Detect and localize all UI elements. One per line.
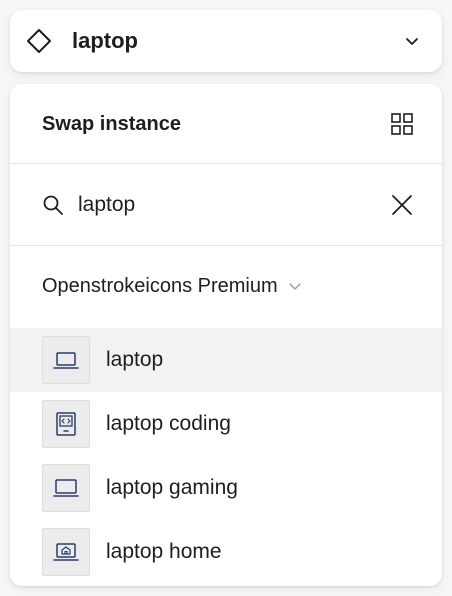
library-name: Openstrokeicons Premium <box>42 274 278 297</box>
laptop-home-icon <box>53 543 79 561</box>
result-item-laptop-gaming[interactable]: laptop gaming <box>10 456 442 520</box>
result-thumbnail <box>42 464 90 512</box>
result-item-laptop-home[interactable]: laptop home <box>10 520 442 584</box>
result-thumbnail <box>42 336 90 384</box>
result-label: laptop home <box>106 540 222 563</box>
result-label: laptop coding <box>106 412 231 435</box>
results-list: laptop laptop coding laptop gaming lapto… <box>10 328 442 584</box>
laptop-coding-icon <box>56 412 76 436</box>
panel-title: Swap instance <box>42 113 181 135</box>
laptop-gaming-icon <box>53 479 79 497</box>
component-instance-icon <box>27 29 51 53</box>
close-icon[interactable] <box>390 193 414 217</box>
search-icon <box>43 195 63 215</box>
result-item-laptop-coding[interactable]: laptop coding <box>10 392 442 456</box>
instance-selector[interactable]: laptop <box>10 10 442 72</box>
search-input[interactable] <box>78 190 338 220</box>
result-item-laptop[interactable]: laptop <box>10 328 442 392</box>
library-dropdown[interactable]: Openstrokeicons Premium <box>42 272 302 300</box>
result-thumbnail <box>42 528 90 576</box>
grid-view-icon[interactable] <box>390 112 414 136</box>
search-row <box>10 164 442 246</box>
swap-instance-panel: Swap instance Openstrokeicons Premium <box>10 84 442 586</box>
instance-name: laptop <box>72 28 138 53</box>
result-thumbnail <box>42 400 90 448</box>
panel-header: Swap instance <box>10 84 442 164</box>
result-label: laptop gaming <box>106 476 238 499</box>
chevron-down-icon <box>288 283 301 290</box>
laptop-icon <box>53 352 79 369</box>
result-label: laptop <box>106 348 164 371</box>
chevron-down-icon[interactable] <box>404 33 420 49</box>
